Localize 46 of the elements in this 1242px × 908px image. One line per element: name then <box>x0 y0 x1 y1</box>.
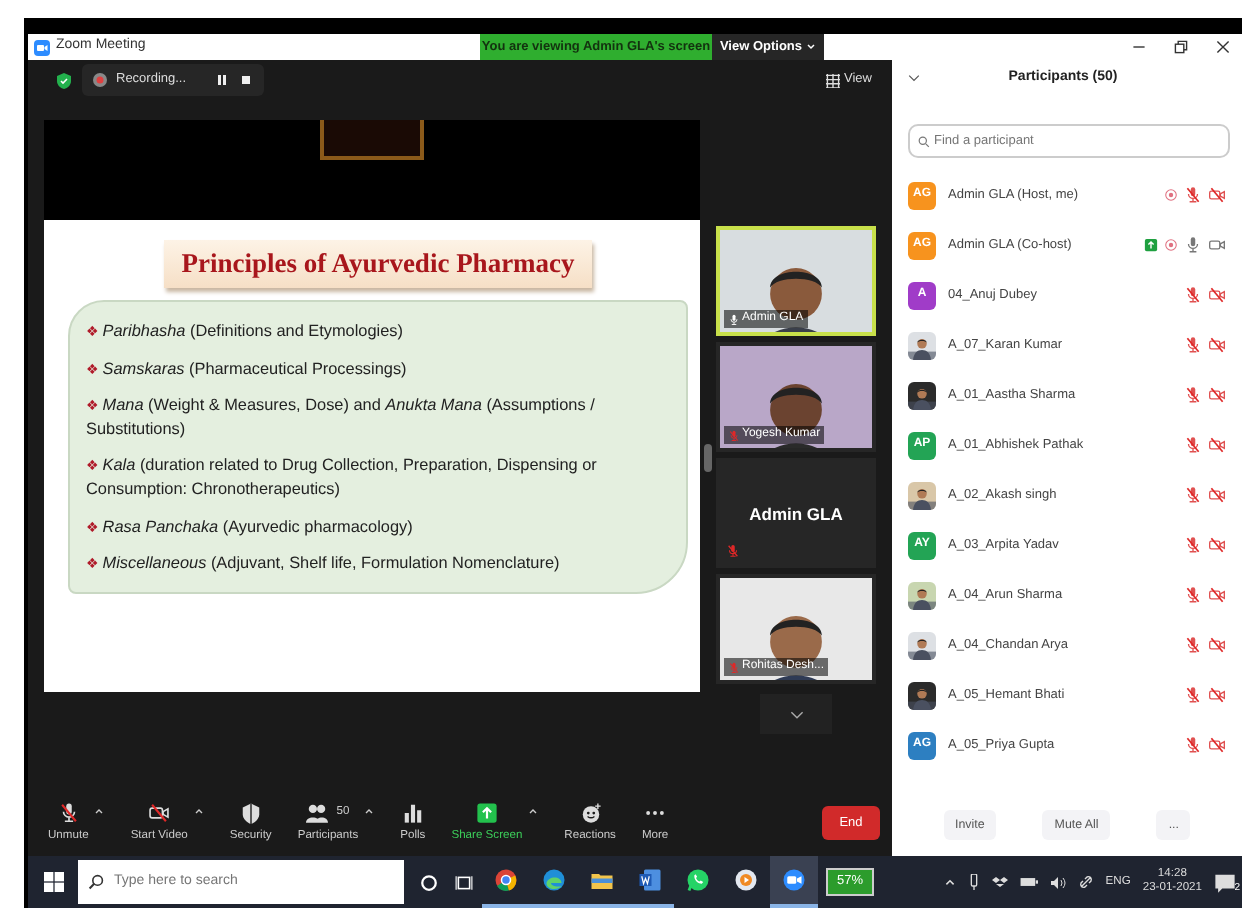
pen-icon[interactable] <box>967 874 980 890</box>
participant-name: Admin GLA <box>747 502 845 528</box>
box-icon[interactable] <box>991 875 1008 889</box>
slide-title: Principles of Ayurvedic Pharmacy <box>164 240 592 289</box>
caret-icon[interactable] <box>528 805 539 816</box>
chevron-down-icon[interactable] <box>908 74 920 82</box>
pause-icon[interactable] <box>214 72 231 88</box>
search-icon <box>88 874 104 890</box>
bar-chart-icon <box>401 801 424 824</box>
browser-icon <box>542 868 566 892</box>
video-off-icon <box>148 801 171 824</box>
scrollbar-thumb[interactable] <box>704 444 712 472</box>
caret-icon[interactable] <box>94 805 105 816</box>
caret-icon[interactable] <box>364 805 375 816</box>
muted-mic-icon <box>57 801 80 824</box>
chat-bubble-icon <box>686 868 710 892</box>
minimize-icon[interactable] <box>1132 40 1146 54</box>
video-camera-icon <box>782 868 806 892</box>
browser-icon <box>494 868 518 892</box>
task-view-icon[interactable] <box>454 873 474 891</box>
smiley-icon <box>579 801 602 824</box>
grid-icon <box>826 73 841 87</box>
restore-icon[interactable] <box>1174 40 1188 54</box>
caret-icon[interactable] <box>943 876 956 888</box>
link-icon[interactable] <box>1077 874 1094 890</box>
overlay-box <box>320 120 424 160</box>
circle-icon[interactable] <box>420 873 438 891</box>
caret-icon[interactable] <box>193 805 204 816</box>
windows-start-icon[interactable] <box>44 872 64 892</box>
people-icon <box>306 801 329 824</box>
shield-icon <box>56 71 72 89</box>
shield-icon <box>239 801 262 824</box>
speaker-icon[interactable] <box>1049 875 1066 889</box>
document-icon <box>638 868 662 892</box>
notification-icon[interactable] <box>1214 871 1236 893</box>
close-icon[interactable] <box>1216 40 1230 54</box>
caret-icon <box>806 42 817 52</box>
record-icon <box>92 72 108 88</box>
chevron-down-icon <box>789 709 803 719</box>
zoom-logo-icon <box>34 39 50 55</box>
media-icon <box>734 868 758 892</box>
taskbar-app[interactable] <box>770 856 818 908</box>
battery-icon[interactable] <box>1019 876 1038 888</box>
search-icon <box>918 135 930 147</box>
folder-icon <box>590 868 614 892</box>
share-screen-icon <box>475 801 498 824</box>
